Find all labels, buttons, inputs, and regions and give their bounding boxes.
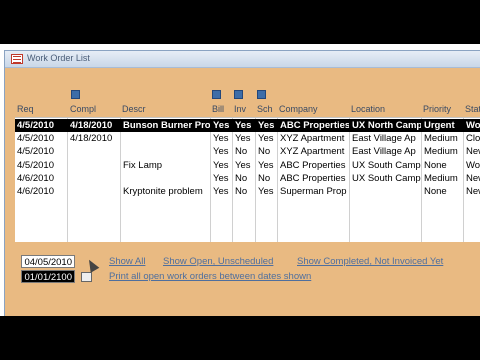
cell-bill[interactable]: Yes [213,185,232,198]
cell-company[interactable]: XYZ Apartment [280,132,349,145]
column-header-priority[interactable]: Priority [423,104,451,114]
cell-status[interactable]: New [466,172,480,185]
cell-compl[interactable] [70,185,120,198]
cell-bill[interactable]: Yes [213,145,232,158]
title-bar: Work Order List [5,51,480,68]
compl-checkbox-icon[interactable] [71,90,80,99]
cell-sch[interactable]: Yes [258,159,277,172]
cell-priority[interactable]: Medium [424,132,463,145]
cell-company[interactable]: ABC Properties [280,159,349,172]
cell-priority[interactable]: Medium [424,145,463,158]
cell-priority[interactable]: Medium [424,172,463,185]
cell-compl[interactable]: 4/18/2010 [70,119,120,132]
cell-descr[interactable]: Bunson Burner Prob [123,119,210,132]
mouse-cursor-icon [84,257,100,273]
cell-req[interactable]: 4/5/2010 [17,132,67,145]
start-date-field[interactable]: 04/05/2010 [21,255,75,268]
column-header-status[interactable]: Statu [465,104,480,114]
cell-bill[interactable]: Yes [213,132,232,145]
screen: Work Order List Req Compl Descr Bill Inv… [0,44,480,316]
column-header-inv[interactable]: Inv [234,104,246,114]
calendar-icon[interactable] [81,272,92,282]
table-row[interactable]: 4/5/2010 4/18/2010 Yes Yes Yes XYZ Apartment E… [15,132,480,145]
cell-sch[interactable]: No [258,145,277,158]
show-all-link[interactable]: Show All [109,256,145,267]
cell-company[interactable]: ABC Properties [280,172,349,185]
cell-descr[interactable] [123,132,210,145]
cell-req[interactable]: 4/6/2010 [17,185,67,198]
table-row[interactable]: 4/5/2010 Yes No No XYZ Apartment East Village… [15,145,480,158]
cell-priority[interactable]: None [424,185,463,198]
cell-inv[interactable]: No [235,172,255,185]
cell-location[interactable]: UX South Camp [352,172,421,185]
cell-location[interactable]: UX South Camp [352,159,421,172]
cell-bill[interactable]: Yes [213,119,232,132]
cell-inv[interactable]: Yes [235,119,255,132]
table-row[interactable]: 4/6/2010 Yes No No ABC Properties UX South Ca… [15,172,480,185]
work-order-grid: Req Compl Descr Bill Inv Sch Company Loc… [15,71,480,251]
cell-inv[interactable]: Yes [235,159,255,172]
cell-req[interactable]: 4/5/2010 [17,145,67,158]
cell-compl[interactable]: 4/18/2010 [70,132,120,145]
cell-req[interactable]: 4/5/2010 [17,159,67,172]
column-header-sch[interactable]: Sch [257,104,273,114]
cell-descr[interactable] [123,145,210,158]
cell-descr[interactable]: Kryptonite problem [123,185,210,198]
cell-status[interactable]: Work [466,159,480,172]
cell-sch[interactable]: No [258,172,277,185]
cell-status[interactable]: New [466,145,480,158]
column-header-descr[interactable]: Descr [122,104,146,114]
table-row[interactable]: 4/5/2010 4/18/2010 Bunson Burner Prob Yes Ye… [15,119,480,132]
cell-compl[interactable] [70,172,120,185]
filter-panel: 04/05/2010 01/01/2100 Show All Show Open… [15,251,480,316]
column-header-company[interactable]: Company [279,104,318,114]
show-open-unscheduled-link[interactable]: Show Open, Unscheduled [163,256,273,267]
column-header-compl[interactable]: Compl [70,104,96,114]
table-row[interactable]: 4/5/2010 Fix Lamp Yes Yes Yes ABC Properties U… [15,159,480,172]
cell-status[interactable]: New [466,185,480,198]
bill-checkbox-icon[interactable] [212,90,221,99]
cell-bill[interactable]: Yes [213,172,232,185]
cell-location[interactable]: East Village Ap [352,132,421,145]
cell-sch[interactable]: Yes [258,185,277,198]
cell-descr[interactable] [123,172,210,185]
cell-company[interactable]: ABC Properties [280,119,349,132]
cell-inv[interactable]: Yes [235,132,255,145]
form-icon [11,54,23,64]
cell-compl[interactable] [70,145,120,158]
sch-checkbox-icon[interactable] [257,90,266,99]
work-order-list-window: Work Order List Req Compl Descr Bill Inv… [4,50,480,316]
cell-sch[interactable]: Yes [258,119,277,132]
cell-company[interactable]: Superman Prop [280,185,349,198]
cell-status[interactable]: Work [466,119,480,132]
inv-checkbox-icon[interactable] [234,90,243,99]
cell-company[interactable]: XYZ Apartment [280,145,349,158]
cell-status[interactable]: Close [466,132,480,145]
cell-req[interactable]: 4/5/2010 [17,119,67,132]
cell-inv[interactable]: No [235,185,255,198]
cell-inv[interactable]: No [235,145,255,158]
cell-descr[interactable]: Fix Lamp [123,159,210,172]
end-date-field[interactable]: 01/01/2100 [21,270,75,283]
window-title: Work Order List [27,53,90,63]
cell-bill[interactable]: Yes [213,159,232,172]
table-row[interactable]: 4/6/2010 Kryptonite problem Yes No Yes Superm… [15,185,480,198]
cell-sch[interactable]: Yes [258,132,277,145]
cell-priority[interactable]: Urgent [424,119,463,132]
cell-req[interactable]: 4/6/2010 [17,172,67,185]
cell-location[interactable]: UX North Camp [352,119,421,132]
cell-location[interactable] [352,185,421,198]
show-completed-not-invoiced-link[interactable]: Show Completed, Not Invoiced Yet [297,256,443,267]
rows-container: 4/5/2010 4/18/2010 Bunson Burner Prob Yes Ye… [15,117,480,242]
cell-compl[interactable] [70,159,120,172]
column-header-location[interactable]: Location [351,104,385,114]
cell-priority[interactable]: None [424,159,463,172]
print-open-work-orders-link[interactable]: Print all open work orders between dates… [109,271,311,282]
column-header-req[interactable]: Req [17,104,34,114]
column-header-bill[interactable]: Bill [212,104,224,114]
cell-location[interactable]: East Village Ap [352,145,421,158]
